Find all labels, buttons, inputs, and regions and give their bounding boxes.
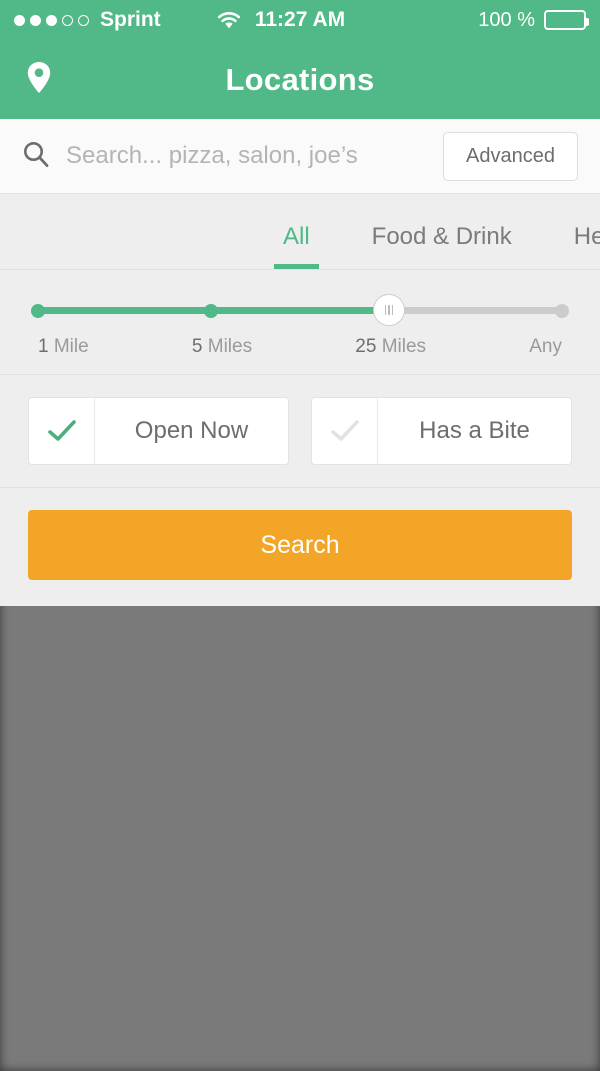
advanced-button[interactable]: Advanced xyxy=(443,131,578,181)
filter-overlay: Sprint 11:27 AM 100 % Locations Search..… xyxy=(0,0,600,606)
slider-label-any: Any xyxy=(529,336,562,357)
tab-food-and-drink[interactable]: Food & Drink xyxy=(372,223,512,269)
carrier-label: Sprint xyxy=(100,8,161,31)
distance-slider[interactable] xyxy=(31,294,569,326)
search-bar: Advanced xyxy=(0,119,600,194)
toggle-open-now-label: Open Now xyxy=(134,417,249,444)
app-root: 6 Visits 75 Points Waterside Restaurant … xyxy=(0,0,600,1071)
search-input[interactable] xyxy=(66,142,444,170)
status-bar: Sprint 11:27 AM 100 % xyxy=(0,0,600,40)
nav-bar: Locations xyxy=(0,40,600,119)
page-title: Locations xyxy=(225,61,375,97)
search-button[interactable]: Search xyxy=(28,510,572,580)
checkmark-icon xyxy=(29,398,95,464)
toggle-has-a-bite[interactable]: Has a Bite xyxy=(311,397,572,465)
category-tabs: All Food & Drink Hea xyxy=(0,194,600,270)
slider-label-1-mile: 1 Mile xyxy=(38,336,89,357)
distance-filter: 1 Mile 5 Miles 25 Miles Any xyxy=(0,270,600,375)
search-icon xyxy=(22,140,50,173)
checkmark-icon xyxy=(312,398,378,464)
slider-tick-1-mile[interactable] xyxy=(31,304,45,318)
filter-toggles: Open Now Has a Bite xyxy=(0,375,600,488)
signal-strength-icon xyxy=(14,14,89,26)
filter-panel: All Food & Drink Hea 1 Mile xyxy=(0,194,600,606)
slider-labels: 1 Mile 5 Miles 25 Miles Any xyxy=(38,336,562,358)
wifi-icon xyxy=(216,11,242,30)
status-bar-right: 100 % xyxy=(478,8,589,32)
slider-label-5-miles: 5 Miles xyxy=(191,336,253,357)
toggle-has-a-bite-label: Has a Bite xyxy=(419,417,530,444)
map-pin-icon[interactable] xyxy=(26,60,52,99)
slider-handle[interactable] xyxy=(373,294,406,326)
slider-tick-any[interactable] xyxy=(555,304,569,318)
slider-label-25-miles: 25 Miles xyxy=(355,336,427,357)
search-action-area: Search xyxy=(0,488,600,606)
tab-health[interactable]: Hea xyxy=(574,223,600,269)
tab-all[interactable]: All xyxy=(274,223,319,269)
slider-tick-5-miles[interactable] xyxy=(203,304,218,318)
battery-icon xyxy=(544,10,589,30)
status-bar-left: Sprint xyxy=(14,8,242,32)
toggle-open-now[interactable]: Open Now xyxy=(28,397,289,465)
battery-percent-label: 100 % xyxy=(478,8,535,31)
